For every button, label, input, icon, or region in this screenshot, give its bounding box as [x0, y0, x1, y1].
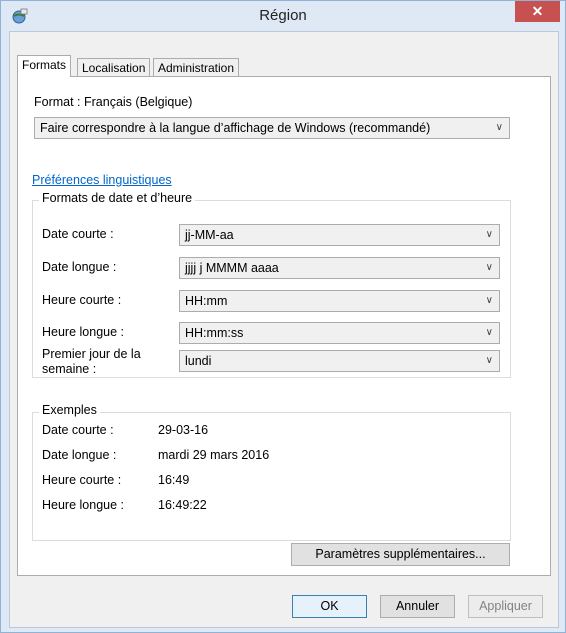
example-short-time-value: 16:49 — [158, 473, 190, 487]
cancel-button[interactable]: Annuler — [380, 595, 455, 618]
additional-settings-button[interactable]: Paramètres supplémentaires... — [291, 543, 510, 566]
ok-button[interactable]: OK — [292, 595, 367, 618]
date-time-formats-title: Formats de date et d’heure — [39, 191, 196, 205]
long-date-value: jjjj j MMMM aaaa — [185, 261, 279, 275]
chevron-down-icon: ∨ — [485, 355, 493, 366]
long-time-label: Heure longue : — [42, 325, 125, 339]
example-short-date-label: Date courte : — [42, 423, 114, 437]
title-bar: Région ✕ — [1, 1, 565, 31]
close-icon: ✕ — [531, 3, 544, 19]
format-label: Format : Français (Belgique) — [34, 95, 193, 109]
tab-administration[interactable]: Administration — [153, 58, 240, 77]
chevron-down-icon: ∨ — [485, 295, 493, 306]
example-long-date-label: Date longue : — [42, 448, 117, 462]
short-date-select[interactable]: jj-MM-aa ∨ — [179, 224, 500, 246]
example-long-time-value: 16:49:22 — [158, 498, 207, 512]
short-date-label: Date courte : — [42, 227, 114, 241]
tab-formats[interactable]: Formats — [17, 55, 72, 77]
language-preferences-link[interactable]: Préférences linguistiques — [32, 173, 172, 187]
long-date-label: Date longue : — [42, 260, 117, 274]
formats-panel: Format : Français (Belgique) Faire corre… — [17, 76, 551, 576]
examples-title: Exemples — [39, 403, 100, 417]
example-long-time-label: Heure longue : — [42, 498, 125, 512]
long-time-select[interactable]: HH:mm:ss ∨ — [179, 322, 500, 344]
chevron-down-icon: ∨ — [495, 122, 503, 133]
short-time-value: HH:mm — [185, 294, 228, 308]
chevron-down-icon: ∨ — [485, 262, 493, 273]
first-day-value: lundi — [185, 354, 212, 368]
example-short-time-label: Heure courte : — [42, 473, 122, 487]
first-day-select[interactable]: lundi ∨ — [179, 350, 500, 372]
short-time-select[interactable]: HH:mm ∨ — [179, 290, 500, 312]
window-title: Région — [259, 7, 307, 24]
chevron-down-icon: ∨ — [485, 229, 493, 240]
dialog-body: Formats Localisation Administration Form… — [9, 31, 559, 628]
chevron-down-icon: ∨ — [485, 327, 493, 338]
format-select-value: Faire correspondre à la langue d’afficha… — [40, 121, 431, 135]
format-select[interactable]: Faire correspondre à la langue d’afficha… — [34, 117, 510, 139]
short-time-label: Heure courte : — [42, 293, 122, 307]
region-dialog: Région ✕ Formats Localisation Administra… — [0, 0, 566, 633]
example-short-date-value: 29-03-16 — [158, 423, 209, 437]
long-time-value: HH:mm:ss — [185, 326, 244, 340]
first-day-label: Premier jour de la semaine : — [42, 347, 141, 376]
close-button[interactable]: ✕ — [515, 1, 560, 22]
tab-localisation[interactable]: Localisation — [77, 58, 151, 77]
apply-button[interactable]: Appliquer — [468, 595, 543, 618]
long-date-select[interactable]: jjjj j MMMM aaaa ∨ — [179, 257, 500, 279]
short-date-value: jj-MM-aa — [185, 228, 234, 242]
example-long-date-value: mardi 29 mars 2016 — [158, 448, 270, 462]
